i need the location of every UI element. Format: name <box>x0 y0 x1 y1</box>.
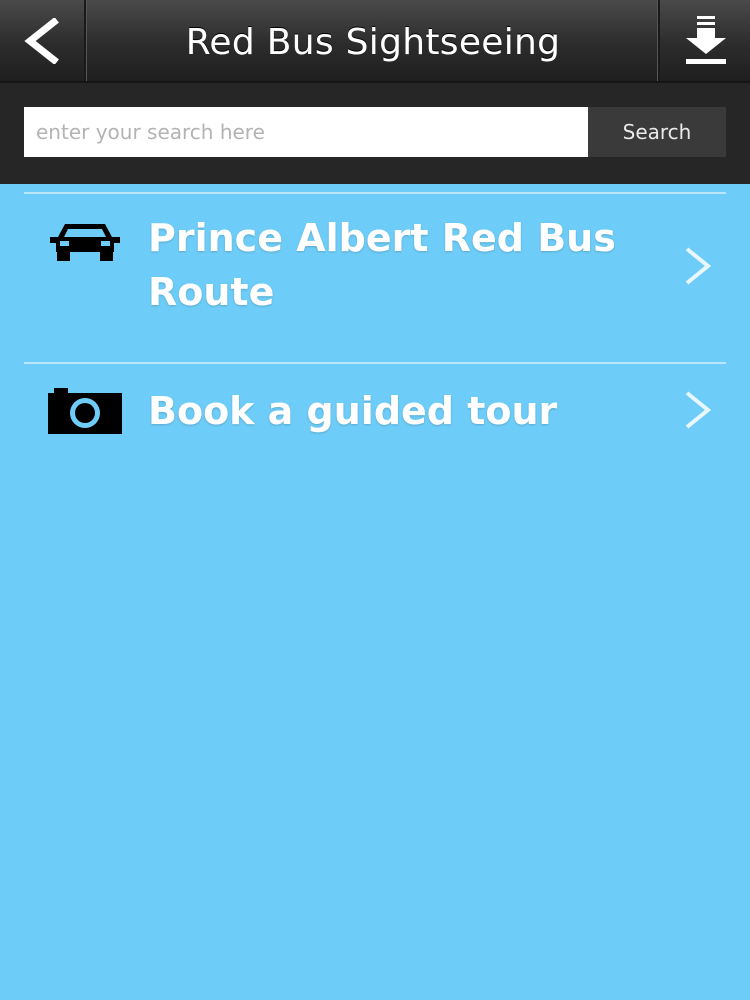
search-button[interactable]: Search <box>588 107 726 157</box>
camera-icon <box>48 388 122 434</box>
list-item-prince-albert-route[interactable]: Prince Albert Red Bus Route <box>0 194 750 362</box>
download-icon <box>686 16 726 64</box>
back-button[interactable] <box>0 0 86 81</box>
list-item-book-guided-tour[interactable]: Book a guided tour <box>0 364 750 464</box>
list-item-label: Prince Albert Red Bus Route <box>148 216 616 314</box>
chevron-right-icon <box>685 391 712 429</box>
download-button[interactable] <box>658 0 750 81</box>
car-icon <box>50 224 120 261</box>
search-bar: Search <box>0 83 750 184</box>
list-item-label: Book a guided tour <box>148 389 558 433</box>
chevron-left-icon <box>24 18 59 64</box>
page-title: Red Bus Sightseeing <box>185 22 561 63</box>
search-input[interactable] <box>24 107 588 157</box>
chevron-right-icon <box>685 247 712 285</box>
navigation-bar: Red Bus Sightseeing <box>0 0 750 83</box>
